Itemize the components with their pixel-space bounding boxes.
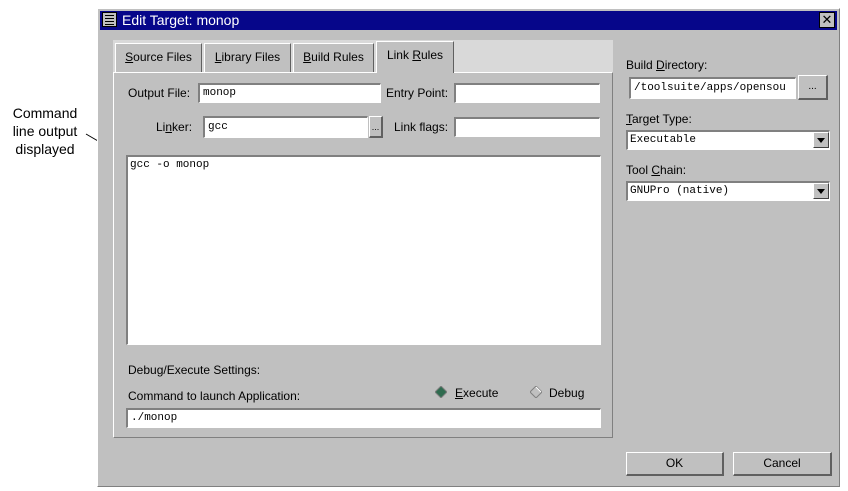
linker-label: Linker:	[156, 120, 193, 134]
callout-line-1: Command	[12, 105, 78, 121]
chevron-down-icon[interactable]	[813, 183, 829, 199]
edit-target-dialog: Edit Target: monop ✕ Source Files Librar…	[97, 8, 840, 487]
callout-annotation: Command line output displayed	[4, 104, 86, 158]
execute-radio-label[interactable]: Execute	[455, 386, 498, 400]
tab-link-rules[interactable]: Link Rules	[376, 41, 454, 73]
title-bar[interactable]: Edit Target: monop ✕	[100, 11, 837, 30]
window-menu-icon[interactable]	[102, 12, 117, 27]
debug-radio-label[interactable]: Debug	[549, 386, 584, 400]
tab-build-rules[interactable]: Build Rules	[293, 43, 374, 72]
callout-line-2: line output	[12, 123, 78, 139]
chevron-down-icon[interactable]	[813, 132, 829, 148]
output-file-input[interactable]: monop	[198, 83, 381, 103]
build-directory-input[interactable]: /toolsuite/apps/opensou	[629, 77, 796, 99]
build-directory-label: Build Directory:	[626, 58, 708, 72]
window-title: Edit Target: monop	[122, 12, 240, 28]
callout-line-3: displayed	[15, 141, 75, 157]
debug-radio-icon[interactable]	[530, 386, 542, 398]
target-type-select[interactable]: Executable	[626, 130, 830, 150]
linker-input[interactable]: gcc	[203, 116, 368, 138]
tool-chain-select[interactable]: GNUPro (native)	[626, 181, 830, 201]
cancel-button[interactable]: Cancel	[733, 452, 832, 476]
link-flags-label: Link flags:	[394, 120, 449, 134]
entry-point-label: Entry Point:	[386, 86, 449, 100]
output-file-label: Output File:	[128, 86, 191, 100]
build-directory-browse-button[interactable]: ...	[798, 75, 828, 100]
ok-button[interactable]: OK	[626, 452, 724, 476]
tab-library-files[interactable]: Library Files	[204, 43, 291, 72]
tab-source-files[interactable]: Source Files	[115, 43, 202, 72]
linker-browse-button[interactable]: ...	[369, 116, 383, 138]
execute-radio-icon[interactable]	[435, 386, 447, 398]
command-output-display[interactable]: gcc -o monop	[126, 155, 601, 345]
debug-settings-label: Debug/Execute Settings:	[128, 363, 261, 377]
link-flags-input[interactable]	[454, 117, 600, 137]
launch-command-input[interactable]: ./monop	[126, 408, 601, 428]
launch-command-label: Command to launch Application:	[128, 389, 301, 403]
entry-point-input[interactable]	[454, 83, 600, 103]
tool-chain-label: Tool Chain:	[626, 163, 687, 177]
target-type-label: Target Type:	[626, 112, 692, 126]
close-icon[interactable]: ✕	[819, 12, 835, 28]
